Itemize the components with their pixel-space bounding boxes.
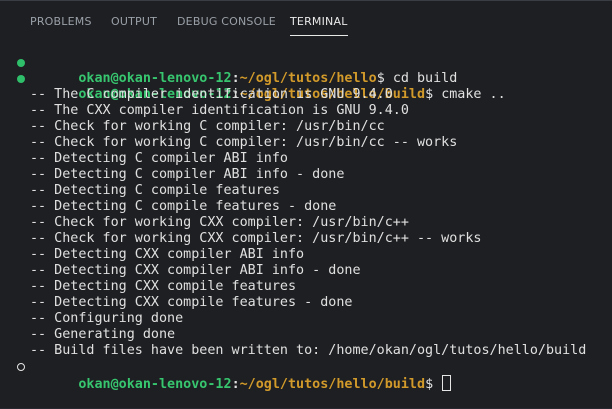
terminal-output-line: -- Detecting CXX compiler ABI info — [30, 247, 305, 262]
tab-problems-label: PROBLEMS — [30, 15, 92, 28]
terminal-output-line: -- Check for working C compiler: /usr/bi… — [30, 135, 458, 150]
terminal-prompt-line: okan@okan-lenovo-12:~/ogl/tutos/hello/bu… — [0, 71, 612, 102]
terminal-cursor[interactable] — [442, 375, 452, 391]
command-pending-icon[interactable] — [17, 363, 25, 371]
terminal-output-line: -- The C compiler identification is GNU … — [30, 87, 393, 102]
active-tab-indicator — [290, 35, 348, 36]
tab-terminal[interactable]: TERMINAL — [290, 15, 348, 36]
command-success-icon[interactable] — [17, 59, 25, 67]
terminal-prompt-line: okan@okan-lenovo-12:~/ogl/tutos/hello$ c… — [0, 55, 612, 86]
prompt-path: ~/ogl/tutos/hello/build — [239, 377, 426, 392]
terminal-output-line: -- Detecting C compiler ABI info - done — [30, 167, 345, 182]
command-success-icon[interactable] — [17, 75, 25, 83]
terminal-panel: PROBLEMS OUTPUT DEBUG CONSOLE TERMINAL o… — [0, 0, 612, 408]
terminal-output-line: -- Detecting C compile features - done — [30, 199, 337, 214]
terminal-output-line: -- Generating done — [30, 327, 176, 342]
terminal-output-line: -- Detecting CXX compile features — [30, 279, 297, 294]
terminal-output-line: -- Detecting C compile features — [30, 183, 280, 198]
terminal-prompt-line: okan@okan-lenovo-12:~/ogl/tutos/hello/bu… — [0, 359, 612, 392]
terminal-output-line: -- Detecting C compiler ABI info — [30, 151, 288, 166]
tab-debug-console-label: DEBUG CONSOLE — [177, 15, 276, 28]
tab-terminal-label: TERMINAL — [290, 15, 348, 28]
terminal-output-line: -- Detecting CXX compile features - done — [30, 295, 353, 310]
prompt-separator: : — [231, 377, 240, 392]
terminal-output-line: -- Configuring done — [30, 311, 184, 326]
terminal-output-line: -- Check for working CXX compiler: /usr/… — [30, 231, 482, 246]
terminal-output[interactable]: okan@okan-lenovo-12:~/ogl/tutos/hello$ c… — [0, 55, 612, 392]
prompt-symbol: $ — [425, 377, 442, 392]
terminal-output-line: -- Build files have been written to: /ho… — [30, 343, 587, 358]
terminal-output-line: -- The CXX compiler identification is GN… — [30, 103, 409, 118]
tab-output[interactable]: OUTPUT — [111, 15, 157, 28]
terminal-output-line: -- Check for working CXX compiler: /usr/… — [30, 215, 409, 230]
tab-debug-console[interactable]: DEBUG CONSOLE — [177, 15, 276, 28]
terminal-output-line: -- Check for working C compiler: /usr/bi… — [30, 119, 385, 134]
panel-tab-bar: PROBLEMS OUTPUT DEBUG CONSOLE TERMINAL — [0, 1, 612, 41]
prompt-user: okan@okan-lenovo-12 — [78, 377, 232, 392]
tab-output-label: OUTPUT — [111, 15, 158, 28]
tab-problems[interactable]: PROBLEMS — [30, 15, 92, 28]
terminal-output-line: -- Detecting CXX compiler ABI info - don… — [30, 263, 361, 278]
